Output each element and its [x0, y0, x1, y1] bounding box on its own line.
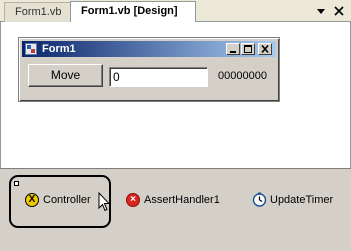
component-label: AssertHandler1	[144, 194, 220, 206]
form-window[interactable]: Form1 Move 0 00000000	[18, 37, 280, 102]
close-button[interactable]	[258, 43, 272, 55]
form-titlebar[interactable]: Form1	[22, 41, 276, 57]
minimize-button[interactable]	[226, 43, 240, 55]
move-button[interactable]: Move	[28, 64, 103, 87]
value-label: 00000000	[218, 70, 267, 82]
tab-label: Form1.vb [Design]	[81, 5, 178, 17]
design-surface[interactable]: Form1 Move 0 00000000	[0, 22, 351, 168]
timer-icon	[252, 192, 267, 207]
error-icon: ×	[126, 193, 140, 207]
tab-form1-design[interactable]: Form1.vb [Design]	[70, 1, 196, 23]
component-label: Controller	[43, 194, 91, 206]
component-label: UpdateTimer	[270, 194, 334, 206]
close-icon[interactable]	[332, 4, 346, 18]
tab-form1-code[interactable]: Form1.vb	[4, 2, 76, 22]
tab-label: Form1.vb	[15, 6, 62, 18]
selection-handle[interactable]	[14, 181, 19, 186]
form-icon	[25, 43, 37, 55]
form-title: Form1	[42, 43, 76, 55]
component-tray: X Controller × AssertHandler1 UpdateTime…	[0, 168, 351, 251]
chevron-down-icon[interactable]	[314, 4, 328, 18]
document-tab-strip: Form1.vb Form1.vb [Design]	[0, 0, 351, 23]
x-badge-icon: X	[25, 193, 39, 207]
maximize-button[interactable]	[241, 43, 255, 55]
value-textbox[interactable]: 0	[109, 67, 208, 87]
mouse-pointer-icon	[98, 192, 110, 212]
